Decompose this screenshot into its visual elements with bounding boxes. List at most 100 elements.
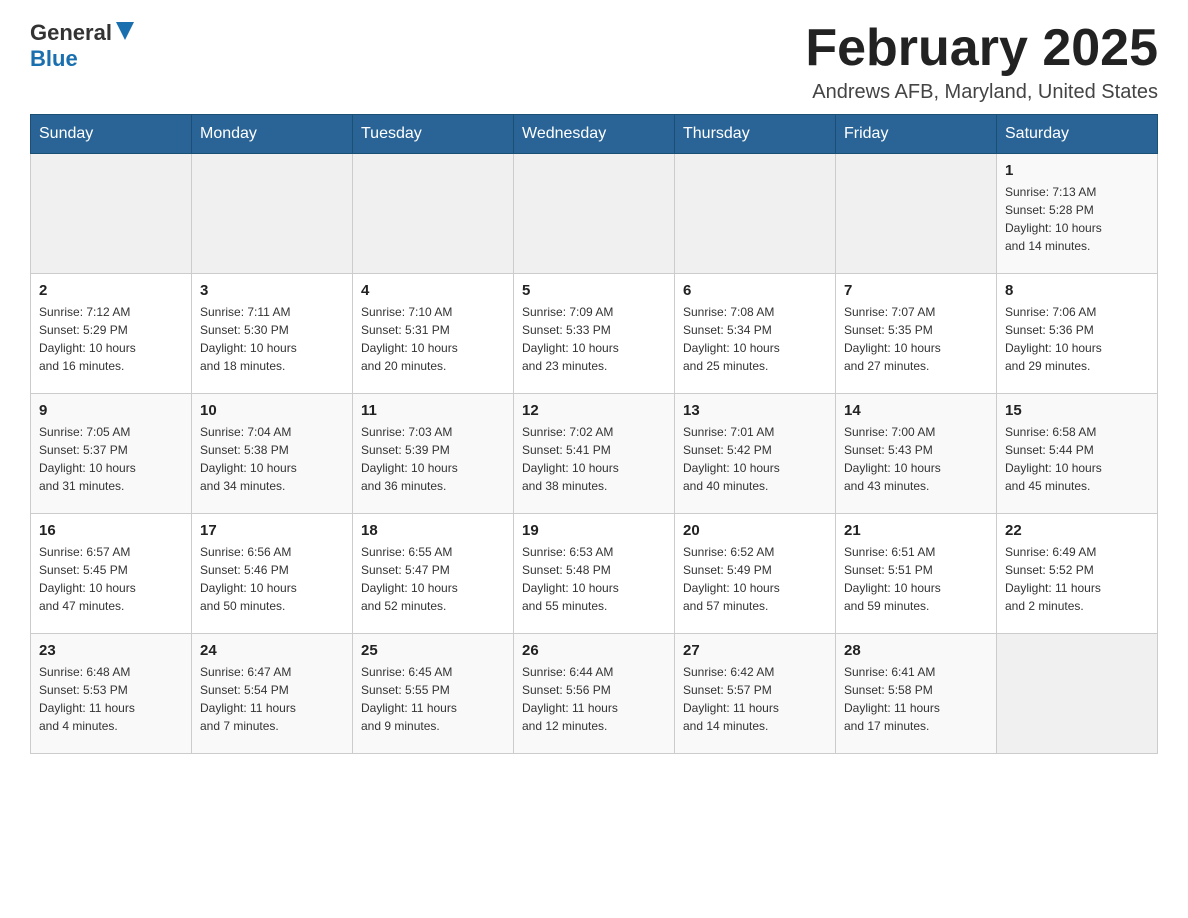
calendar-header: SundayMondayTuesdayWednesdayThursdayFrid… — [31, 115, 1158, 154]
calendar-week-row: 1 Sunrise: 7:13 AMSunset: 5:28 PMDaylight… — [31, 154, 1158, 274]
page-header: General Blue February 2025 Andrews AFB, … — [30, 20, 1158, 104]
calendar-day-cell: 4Sunrise: 7:10 AMSunset: 5:31 PMDaylight… — [353, 274, 514, 394]
day-info: Sunrise: 7:11 AMSunset: 5:30 PMDaylight:… — [200, 303, 344, 375]
day-number: 11 — [361, 402, 505, 419]
calendar-day-cell: 21 Sunrise: 6:51 AMSunset: 5:51 PMDayligh… — [836, 514, 997, 634]
calendar-day-cell: 17 Sunrise: 6:56 AMSunset: 5:46 PMDayligh… — [192, 514, 353, 634]
calendar-day-cell: 26 Sunrise: 6:44 AMSunset: 5:56 PMDayligh… — [514, 634, 675, 754]
logo-general-text: General — [30, 20, 112, 46]
calendar-day-cell: 27 Sunrise: 6:42 AMSunset: 5:57 PMDayligh… — [675, 634, 836, 754]
day-info: Sunrise: 7:12 AMSunset: 5:29 PMDaylight:… — [39, 303, 183, 375]
calendar-day-cell: 11Sunrise: 7:03 AMSunset: 5:39 PMDayligh… — [353, 394, 514, 514]
day-number: 26 — [522, 642, 666, 659]
calendar-header-row: SundayMondayTuesdayWednesdayThursdayFrid… — [31, 115, 1158, 154]
calendar-day-cell: 18 Sunrise: 6:55 AMSunset: 5:47 PMDayligh… — [353, 514, 514, 634]
day-info: Sunrise: 6:48 AMSunset: 5:53 PMDaylight:… — [39, 663, 183, 735]
calendar-header-cell: Friday — [836, 115, 997, 154]
day-number: 25 — [361, 642, 505, 659]
day-number: 24 — [200, 642, 344, 659]
calendar-day-cell — [997, 634, 1158, 754]
calendar-header-cell: Wednesday — [514, 115, 675, 154]
day-info: Sunrise: 6:47 AMSunset: 5:54 PMDaylight:… — [200, 663, 344, 735]
calendar-day-cell: 24 Sunrise: 6:47 AMSunset: 5:54 PMDayligh… — [192, 634, 353, 754]
month-title: February 2025 — [805, 20, 1158, 77]
day-info: Sunrise: 7:06 AMSunset: 5:36 PMDaylight:… — [1005, 303, 1149, 375]
day-info: Sunrise: 6:52 AMSunset: 5:49 PMDaylight:… — [683, 543, 827, 615]
day-info: Sunrise: 6:51 AMSunset: 5:51 PMDaylight:… — [844, 543, 988, 615]
logo: General Blue — [30, 20, 134, 72]
day-number: 18 — [361, 522, 505, 539]
day-number: 8 — [1005, 282, 1149, 299]
calendar-day-cell: 19Sunrise: 6:53 AMSunset: 5:48 PMDayligh… — [514, 514, 675, 634]
calendar-day-cell: 5Sunrise: 7:09 AMSunset: 5:33 PMDaylight… — [514, 274, 675, 394]
day-number: 1 — [1005, 162, 1149, 179]
calendar-header-cell: Tuesday — [353, 115, 514, 154]
day-number: 10 — [200, 402, 344, 419]
calendar-day-cell — [31, 154, 192, 274]
day-number: 23 — [39, 642, 183, 659]
day-info: Sunrise: 7:05 AMSunset: 5:37 PMDaylight:… — [39, 423, 183, 495]
day-number: 22 — [1005, 522, 1149, 539]
logo-blue-text: Blue — [30, 46, 78, 71]
calendar-day-cell: 8 Sunrise: 7:06 AMSunset: 5:36 PMDaylight… — [997, 274, 1158, 394]
calendar-week-row: 9 Sunrise: 7:05 AMSunset: 5:37 PMDaylight… — [31, 394, 1158, 514]
day-number: 2 — [39, 282, 183, 299]
calendar-header-cell: Thursday — [675, 115, 836, 154]
calendar-week-row: 2 Sunrise: 7:12 AMSunset: 5:29 PMDaylight… — [31, 274, 1158, 394]
day-number: 20 — [683, 522, 827, 539]
day-info: Sunrise: 6:49 AMSunset: 5:52 PMDaylight:… — [1005, 543, 1149, 615]
day-info: Sunrise: 7:09 AMSunset: 5:33 PMDaylight:… — [522, 303, 666, 375]
calendar-day-cell — [514, 154, 675, 274]
calendar-day-cell: 3 Sunrise: 7:11 AMSunset: 5:30 PMDaylight… — [192, 274, 353, 394]
calendar-header-cell: Monday — [192, 115, 353, 154]
calendar-day-cell: 20 Sunrise: 6:52 AMSunset: 5:49 PMDayligh… — [675, 514, 836, 634]
calendar-table: SundayMondayTuesdayWednesdayThursdayFrid… — [30, 114, 1158, 754]
calendar-header-cell: Saturday — [997, 115, 1158, 154]
day-number: 15 — [1005, 402, 1149, 419]
calendar-day-cell — [192, 154, 353, 274]
day-number: 9 — [39, 402, 183, 419]
day-info: Sunrise: 6:45 AMSunset: 5:55 PMDaylight:… — [361, 663, 505, 735]
day-number: 16 — [39, 522, 183, 539]
calendar-week-row: 16 Sunrise: 6:57 AMSunset: 5:45 PMDayligh… — [31, 514, 1158, 634]
day-info: Sunrise: 7:08 AMSunset: 5:34 PMDaylight:… — [683, 303, 827, 375]
calendar-week-row: 23 Sunrise: 6:48 AMSunset: 5:53 PMDayligh… — [31, 634, 1158, 754]
calendar-day-cell — [675, 154, 836, 274]
day-number: 28 — [844, 642, 988, 659]
calendar-day-cell: 16 Sunrise: 6:57 AMSunset: 5:45 PMDayligh… — [31, 514, 192, 634]
day-info: Sunrise: 7:00 AMSunset: 5:43 PMDaylight:… — [844, 423, 988, 495]
calendar-header-cell: Sunday — [31, 115, 192, 154]
day-info: Sunrise: 6:53 AMSunset: 5:48 PMDaylight:… — [522, 543, 666, 615]
day-info: Sunrise: 6:57 AMSunset: 5:45 PMDaylight:… — [39, 543, 183, 615]
day-info: Sunrise: 6:44 AMSunset: 5:56 PMDaylight:… — [522, 663, 666, 735]
calendar-day-cell: 9 Sunrise: 7:05 AMSunset: 5:37 PMDaylight… — [31, 394, 192, 514]
day-number: 6 — [683, 282, 827, 299]
calendar-day-cell: 23 Sunrise: 6:48 AMSunset: 5:53 PMDayligh… — [31, 634, 192, 754]
calendar-day-cell: 13Sunrise: 7:01 AMSunset: 5:42 PMDayligh… — [675, 394, 836, 514]
calendar-day-cell: 10 Sunrise: 7:04 AMSunset: 5:38 PMDayligh… — [192, 394, 353, 514]
day-number: 7 — [844, 282, 988, 299]
day-info: Sunrise: 6:56 AMSunset: 5:46 PMDaylight:… — [200, 543, 344, 615]
day-info: Sunrise: 6:42 AMSunset: 5:57 PMDaylight:… — [683, 663, 827, 735]
calendar-day-cell — [836, 154, 997, 274]
day-number: 21 — [844, 522, 988, 539]
day-number: 4 — [361, 282, 505, 299]
day-number: 12 — [522, 402, 666, 419]
location-subtitle: Andrews AFB, Maryland, United States — [805, 81, 1158, 104]
day-number: 27 — [683, 642, 827, 659]
calendar-day-cell: 22 Sunrise: 6:49 AMSunset: 5:52 PMDayligh… — [997, 514, 1158, 634]
calendar-day-cell: 15Sunrise: 6:58 AMSunset: 5:44 PMDayligh… — [997, 394, 1158, 514]
day-info: Sunrise: 7:04 AMSunset: 5:38 PMDaylight:… — [200, 423, 344, 495]
day-info: Sunrise: 6:41 AMSunset: 5:58 PMDaylight:… — [844, 663, 988, 735]
day-number: 3 — [200, 282, 344, 299]
day-number: 17 — [200, 522, 344, 539]
calendar-day-cell: 1 Sunrise: 7:13 AMSunset: 5:28 PMDaylight… — [997, 154, 1158, 274]
day-info: Sunrise: 6:55 AMSunset: 5:47 PMDaylight:… — [361, 543, 505, 615]
calendar-day-cell: 7Sunrise: 7:07 AMSunset: 5:35 PMDaylight… — [836, 274, 997, 394]
day-number: 13 — [683, 402, 827, 419]
calendar-day-cell — [353, 154, 514, 274]
calendar-day-cell: 12Sunrise: 7:02 AMSunset: 5:41 PMDayligh… — [514, 394, 675, 514]
day-info: Sunrise: 7:13 AMSunset: 5:28 PMDaylight:… — [1005, 183, 1149, 255]
calendar-day-cell: 6 Sunrise: 7:08 AMSunset: 5:34 PMDaylight… — [675, 274, 836, 394]
calendar-day-cell: 28 Sunrise: 6:41 AMSunset: 5:58 PMDayligh… — [836, 634, 997, 754]
